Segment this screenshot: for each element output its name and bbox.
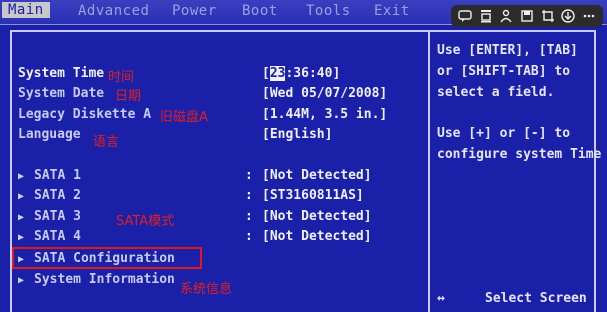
menu-exit[interactable]: Exit [374,3,410,19]
help-line-5: configure system Time [437,147,602,162]
note-sata-mode: SATA模式 [116,214,175,229]
more-icon[interactable] [580,8,598,24]
triangle-right-icon: ▶ [18,171,25,182]
sata-1-label[interactable]: SATA 1 [34,168,81,183]
triangle-right-icon: ▶ [18,212,25,223]
help-line-1: Use [ENTER], [TAB] [437,43,578,58]
help-line-3: select a field. [437,85,555,100]
note-legacy-diskette: 旧磁盘A [160,110,208,125]
menu-power[interactable]: Power [172,3,217,19]
sata-2-colon: : [245,188,253,203]
nav-arrows-icon: ↔ [437,291,445,306]
note-system-information: 系统信息 [180,282,233,297]
sata-1-colon: : [245,168,253,183]
download-icon[interactable] [559,8,577,24]
help-select-screen: Select Screen [485,291,587,306]
setting-label-system-date[interactable]: System Date [18,86,104,101]
note-system-time: 时间 [108,70,135,85]
save-icon[interactable] [518,8,536,24]
triangle-right-icon: ▶ [18,232,25,243]
sata-2-value[interactable]: [ST3160811AS] [262,188,364,203]
setting-label-system-time[interactable]: System Time [18,66,104,81]
note-language: 语言 [93,135,120,150]
person-icon[interactable] [497,8,515,24]
sata-3-value[interactable]: [Not Detected] [262,209,372,224]
menu-tools[interactable]: Tools [306,3,351,19]
stamp-icon[interactable] [477,8,495,24]
note-system-date: 日期 [115,89,142,104]
help-line-2: or [SHIFT-TAB] to [437,64,571,79]
sata-4-value[interactable]: [Not Detected] [262,229,372,244]
help-line-4: Use [+] or [-] to [437,126,571,141]
menu-boot[interactable]: Boot [242,3,278,19]
setting-label-language[interactable]: Language [18,127,81,142]
setting-value-language[interactable]: [English] [262,127,332,142]
time-rest: :36:40] [285,66,341,81]
menu-advanced[interactable]: Advanced [78,3,149,19]
image-toolbar [451,5,603,27]
sata-1-value[interactable]: [Not Detected] [262,168,372,183]
setting-value-system-time[interactable]: [23:36:40] [262,66,340,81]
setting-value-legacy-diskette[interactable]: [1.44M, 3.5 in.] [262,107,387,122]
sata-4-label[interactable]: SATA 4 [34,229,81,244]
setting-label-legacy-diskette[interactable]: Legacy Diskette A [18,107,151,122]
menu-main[interactable]: Main [2,2,50,18]
help-panel-divider [428,30,430,312]
time-hour-cursor[interactable]: 23 [269,66,286,81]
triangle-right-icon: ▶ [18,275,25,286]
submenu-system-information[interactable]: System Information [34,272,175,287]
sata-4-colon: : [245,229,253,244]
sata-2-label[interactable]: SATA 2 [34,188,81,203]
submenu-sata-configuration[interactable]: SATA Configuration [34,251,175,266]
setting-value-system-date[interactable]: [Wed 05/07/2008] [262,86,387,101]
sata-3-label[interactable]: SATA 3 [34,209,81,224]
value-bracket: [ [262,66,270,81]
sata-3-colon: : [245,209,253,224]
comment-icon[interactable] [456,8,474,24]
triangle-right-icon: ▶ [18,191,25,202]
triangle-right-icon: ▶ [18,254,25,265]
crop-icon[interactable] [539,8,557,24]
